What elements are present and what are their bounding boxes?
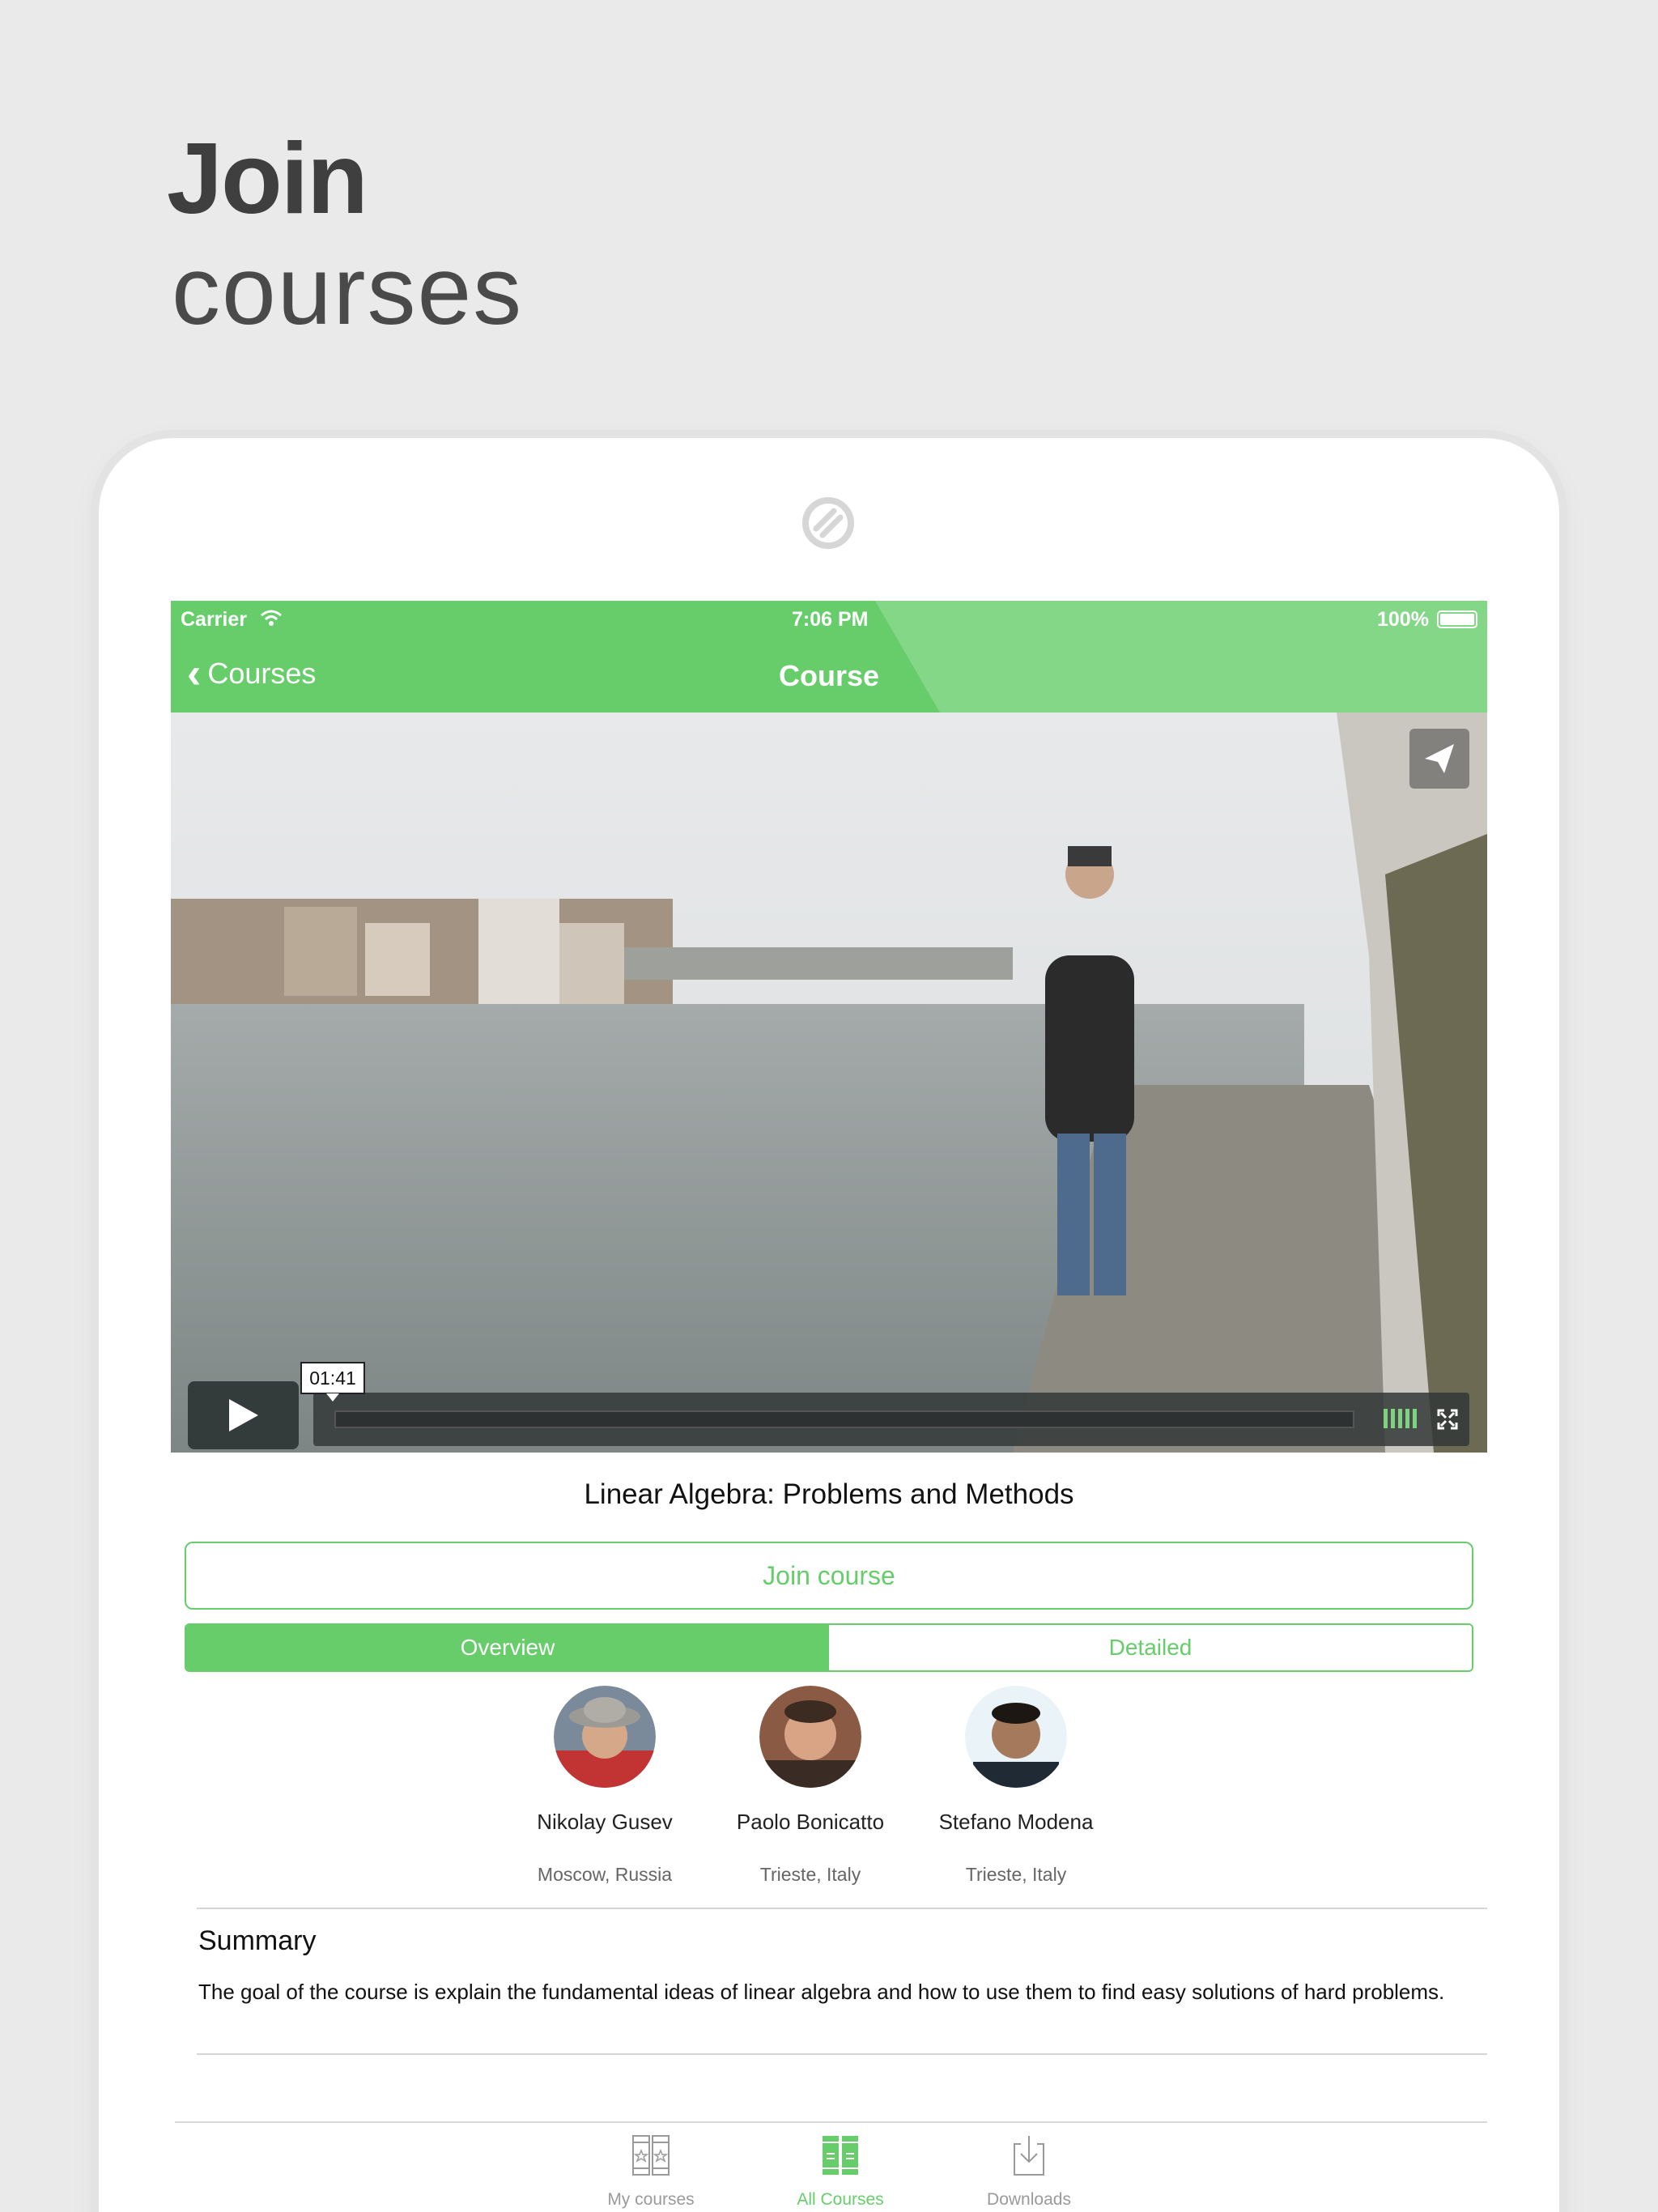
books-filled-icon: [823, 2136, 858, 2175]
tab-bar: My courses All Courses Downloads: [175, 2121, 1487, 2212]
avatar: [554, 1686, 656, 1788]
download-icon: [1014, 2136, 1044, 2176]
carrier-label: Carrier: [181, 608, 247, 631]
video-progress-bar[interactable]: [334, 1410, 1354, 1428]
video-timestamp: 01:41: [300, 1362, 365, 1402]
instructor-location: Moscow, Russia: [537, 1864, 673, 1885]
brand-logo-icon: [802, 497, 854, 549]
tab-label: All Courses: [797, 2190, 884, 2209]
status-bar: Carrier 7:06 PM 100%: [171, 601, 1487, 638]
instructor-card[interactable]: Paolo Bonicatto Trieste, Italy: [705, 1686, 916, 1886]
tab-downloads[interactable]: Downloads: [972, 2131, 1086, 2210]
share-button[interactable]: [1409, 729, 1469, 789]
play-icon: [228, 1399, 258, 1431]
avatar: [759, 1686, 861, 1788]
hero-heading-join: Join: [167, 123, 368, 235]
instructor-name: Paolo Bonicatto: [736, 1810, 885, 1834]
battery-icon: [1437, 610, 1477, 628]
tab-my-courses[interactable]: My courses: [594, 2131, 708, 2210]
clock: 7:06 PM: [792, 608, 869, 631]
join-course-button[interactable]: Join course: [185, 1542, 1473, 1610]
tab-label: My courses: [607, 2190, 695, 2209]
wifi-icon: [261, 610, 282, 626]
avatar: [965, 1686, 1067, 1788]
video-player[interactable]: 01:41: [171, 713, 1487, 1453]
tab-detailed[interactable]: Detailed: [829, 1625, 1472, 1670]
tab-all-courses[interactable]: All Courses: [784, 2131, 897, 2210]
instructor-location: Trieste, Italy: [759, 1864, 861, 1885]
divider: [197, 1908, 1487, 1909]
app-screen: Carrier 7:06 PM 100% ‹ Courses Course 01…: [171, 601, 1487, 2212]
page-title: Course: [778, 659, 880, 692]
battery-percent: 100%: [1377, 608, 1429, 631]
instructor-name: Stefano Modena: [938, 1810, 1094, 1834]
tab-label: Downloads: [987, 2190, 1071, 2209]
instructors-list: Nikolay Gusev Moscow, Russia Paolo Bonic…: [171, 1686, 1487, 1885]
books-icon: [632, 2135, 670, 2176]
navigation-bar: ‹ Courses Course: [171, 638, 1487, 713]
paper-plane-icon: [1425, 744, 1454, 773]
course-title: Linear Algebra: Problems and Methods: [584, 1478, 1074, 1510]
tab-overview[interactable]: Overview: [186, 1625, 829, 1670]
video-controls: [313, 1393, 1469, 1446]
instructor-name: Nikolay Gusev: [537, 1810, 673, 1834]
instructor-card[interactable]: Stefano Modena Trieste, Italy: [911, 1686, 1121, 1886]
play-button[interactable]: [188, 1381, 299, 1449]
instructor-location: Trieste, Italy: [965, 1864, 1067, 1885]
summary-text: The goal of the course is explain the fu…: [198, 1980, 1445, 2004]
summary-heading: Summary: [198, 1925, 317, 1956]
fullscreen-icon[interactable]: [1437, 1409, 1458, 1430]
hero-heading-courses: courses: [172, 236, 524, 345]
video-frame-image: [171, 713, 1487, 1453]
volume-icon[interactable]: [1384, 1409, 1417, 1428]
instructor-card[interactable]: Nikolay Gusev Moscow, Russia: [500, 1686, 710, 1886]
segmented-control: Overview Detailed: [185, 1623, 1473, 1672]
divider: [197, 2053, 1487, 2055]
